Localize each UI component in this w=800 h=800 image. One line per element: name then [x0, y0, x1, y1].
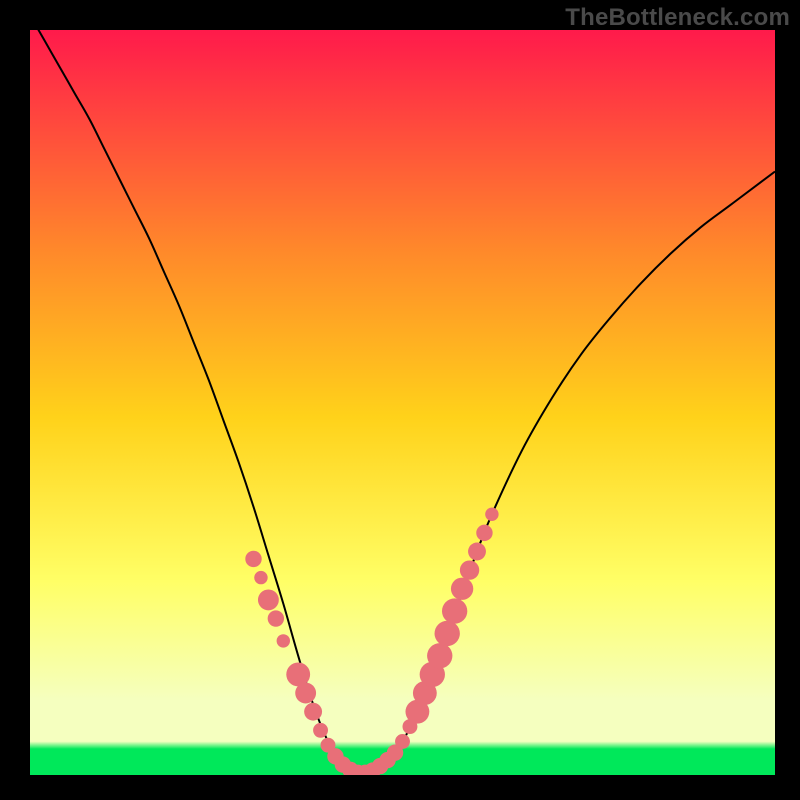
data-point [268, 610, 284, 626]
data-point [395, 734, 410, 749]
data-point [435, 621, 460, 646]
data-point [313, 723, 328, 738]
data-point [254, 571, 267, 584]
data-point [277, 634, 290, 647]
data-point [427, 643, 452, 668]
data-point [258, 589, 279, 610]
data-point [485, 508, 498, 521]
data-point [295, 683, 316, 704]
data-point [460, 560, 479, 579]
chart-frame: TheBottleneck.com [0, 0, 800, 800]
data-point [476, 525, 492, 541]
data-point [245, 551, 261, 567]
data-point [468, 543, 486, 561]
data-point [304, 703, 322, 721]
data-point [442, 598, 467, 623]
chart-svg [30, 30, 775, 775]
chart-background-gradient [30, 30, 775, 775]
data-point [451, 578, 473, 600]
watermark-text: TheBottleneck.com [565, 4, 790, 32]
chart-plot-area [30, 30, 775, 775]
